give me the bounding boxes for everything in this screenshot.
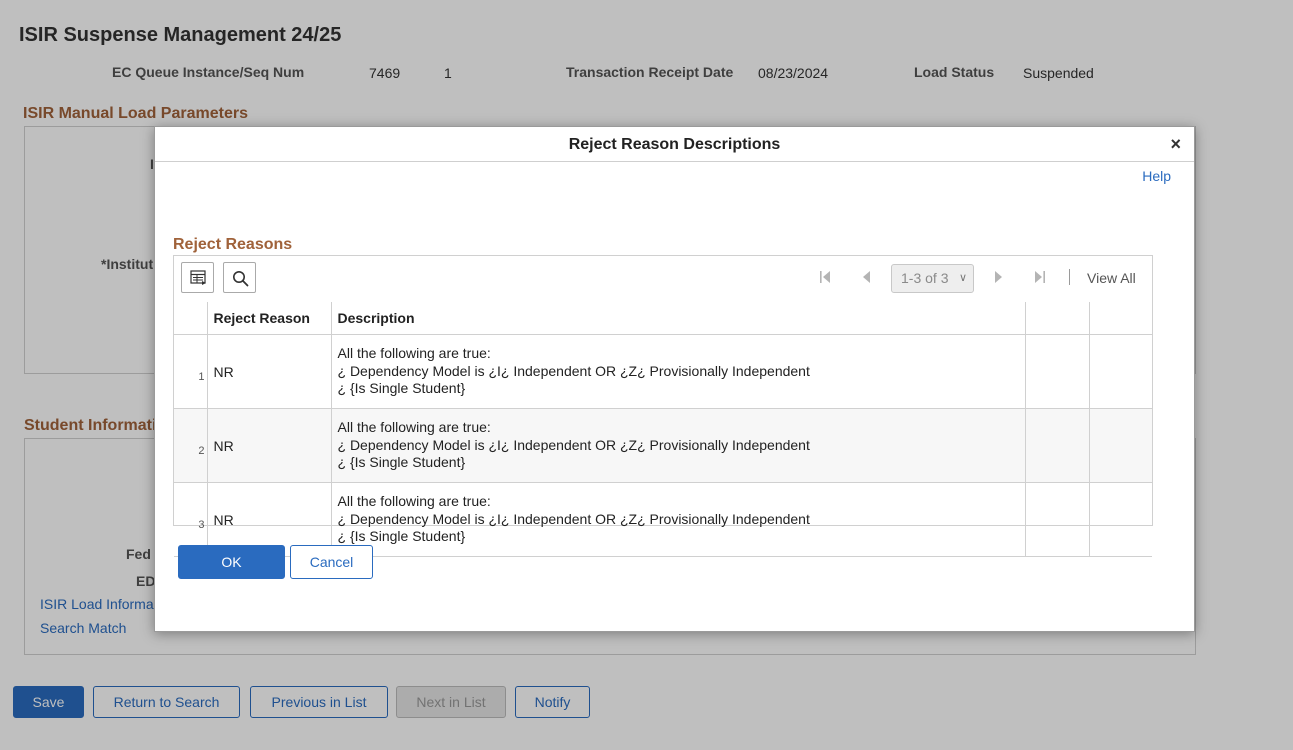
reject-reason-cell: NR bbox=[207, 408, 332, 483]
grid-title: Reject Reasons bbox=[173, 236, 293, 253]
cancel-button[interactable]: Cancel bbox=[290, 545, 373, 579]
description-line: ¿ Dependency Model is ¿I¿ Independent OR… bbox=[337, 510, 810, 527]
extra-cell bbox=[1089, 334, 1152, 409]
column-header-reject-reason: Reject Reason bbox=[207, 302, 332, 335]
extra-cell bbox=[1025, 482, 1090, 557]
description-line: All the following are true: bbox=[337, 493, 491, 510]
description-line: All the following are true: bbox=[337, 345, 491, 362]
row-number: 2 bbox=[174, 408, 208, 483]
column-header-extra-2 bbox=[1089, 302, 1152, 335]
table-row: 1 NR All the following are true: ¿ Depen… bbox=[174, 334, 1152, 409]
first-page-icon[interactable] bbox=[819, 270, 831, 287]
reject-reason-cell: NR bbox=[207, 334, 332, 409]
extra-cell bbox=[1089, 482, 1152, 557]
toolbar-separator bbox=[1069, 269, 1070, 285]
next-page-icon[interactable] bbox=[994, 270, 1003, 287]
help-link[interactable]: Help bbox=[1142, 168, 1171, 184]
grid-toolbar: 1-3 of 3 ∨ View All bbox=[174, 256, 1152, 303]
grid-personalize-icon bbox=[190, 270, 206, 285]
grid-personalize-button[interactable] bbox=[181, 262, 214, 293]
modal-header: Reject Reason Descriptions × bbox=[155, 127, 1194, 162]
row-number: 1 bbox=[174, 334, 208, 409]
extra-cell bbox=[1089, 408, 1152, 483]
description-line: ¿ {Is Single Student} bbox=[337, 528, 466, 545]
previous-page-icon[interactable] bbox=[862, 270, 871, 287]
description-line: All the following are true: bbox=[337, 419, 491, 436]
description-line: ¿ {Is Single Student} bbox=[337, 454, 466, 471]
close-icon[interactable]: × bbox=[1170, 134, 1181, 155]
search-icon bbox=[233, 271, 249, 287]
reject-reasons-grid: 1-3 of 3 ∨ View All Reject Reason Descri… bbox=[173, 255, 1153, 557]
description-line: ¿ Dependency Model is ¿I¿ Independent OR… bbox=[337, 436, 810, 453]
page-range-value: 1-3 of 3 bbox=[901, 270, 949, 286]
description-line: ¿ Dependency Model is ¿I¿ Independent OR… bbox=[337, 362, 810, 379]
column-header-description: Description bbox=[331, 302, 1026, 335]
table-row: 2 NR All the following are true: ¿ Depen… bbox=[174, 408, 1152, 483]
grid-search-button[interactable] bbox=[223, 262, 256, 293]
modal-title: Reject Reason Descriptions bbox=[568, 136, 781, 153]
last-page-icon[interactable] bbox=[1034, 270, 1046, 287]
table-header-row: Reject Reason Description bbox=[174, 302, 1152, 335]
description-cell: All the following are true: ¿ Dependency… bbox=[331, 408, 1026, 483]
chevron-down-icon: ∨ bbox=[958, 272, 967, 284]
column-header-extra-1 bbox=[1025, 302, 1090, 335]
ok-button[interactable]: OK bbox=[178, 545, 285, 579]
extra-cell bbox=[1025, 408, 1090, 483]
description-line: ¿ {Is Single Student} bbox=[337, 380, 466, 397]
view-all-link[interactable]: View All bbox=[1087, 270, 1136, 286]
description-cell: All the following are true: ¿ Dependency… bbox=[331, 334, 1026, 409]
reject-reason-modal: Reject Reason Descriptions × Help Reject… bbox=[154, 126, 1195, 632]
column-header-rownum bbox=[174, 302, 208, 335]
description-cell: All the following are true: ¿ Dependency… bbox=[331, 482, 1026, 557]
reject-reasons-table: Reject Reason Description 1 NR All the f… bbox=[174, 302, 1152, 557]
extra-cell bbox=[1025, 334, 1090, 409]
page-range-select[interactable]: 1-3 of 3 ∨ bbox=[891, 264, 974, 293]
